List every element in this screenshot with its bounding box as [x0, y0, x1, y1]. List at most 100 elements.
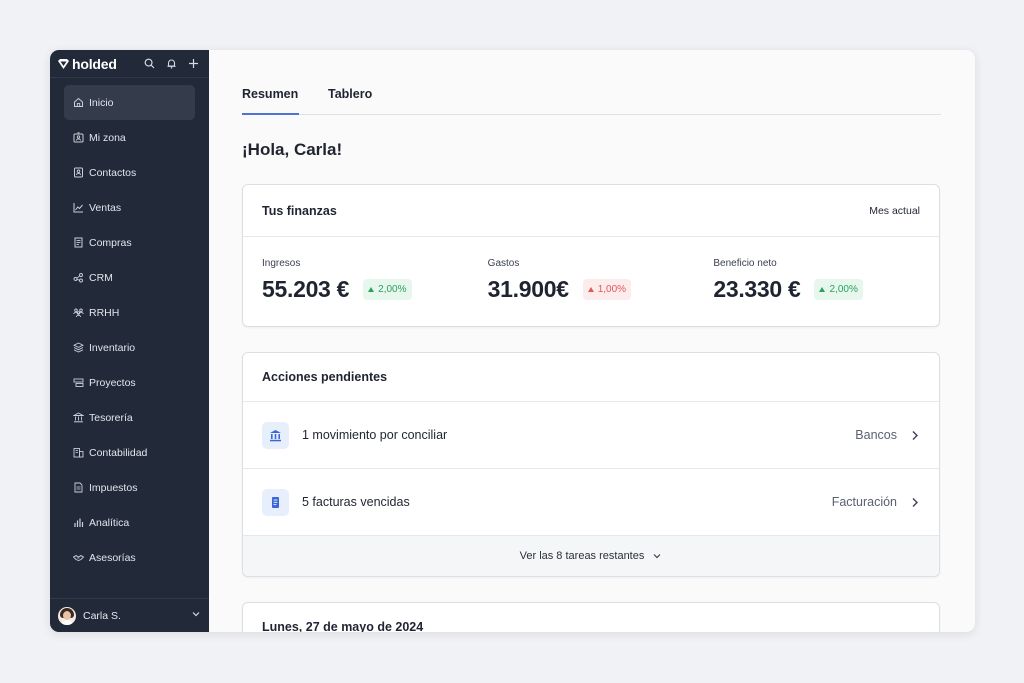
- sidebar-item-crm[interactable]: CRM: [64, 260, 195, 295]
- period-selector[interactable]: Mes actual: [869, 205, 920, 217]
- sidebar-item-rrhh[interactable]: RRHH: [64, 295, 195, 330]
- action-text: 1 movimiento por conciliar: [302, 428, 448, 442]
- sidebar-item-inicio[interactable]: Inicio: [64, 85, 195, 120]
- change-value: 2,00%: [829, 284, 858, 295]
- finances-card: Tus finanzas Mes actual Ingresos 55.203 …: [242, 184, 940, 327]
- action-text: 5 facturas vencidas: [302, 495, 410, 509]
- accounting-icon: [73, 447, 84, 458]
- metric-gastos: Gastos 31.900€ 1,00%: [488, 258, 714, 303]
- crm-icon: [73, 272, 84, 283]
- metric-ingresos: Ingresos 55.203 € 2,00%: [262, 258, 488, 303]
- home-icon: [73, 97, 84, 108]
- sidebar-item-label: Ventas: [89, 201, 122, 214]
- app-window: holded Inicio Mi zona Contactos Ventas C…: [50, 50, 975, 632]
- sidebar-item-label: CRM: [89, 271, 113, 284]
- pending-title: Acciones pendientes: [262, 370, 388, 384]
- action-target: Bancos: [855, 428, 897, 442]
- tab-bar: Resumen Tablero: [242, 50, 941, 115]
- sidebar-item-label: Contabilidad: [89, 446, 148, 459]
- id-card-icon: [73, 132, 84, 143]
- sidebar-item-inventario[interactable]: Inventario: [64, 330, 195, 365]
- sidebar-item-label: Impuestos: [89, 481, 138, 494]
- bar-chart-icon: [73, 517, 84, 528]
- logo-icon: [58, 58, 69, 69]
- sidebar-item-contactos[interactable]: Contactos: [64, 155, 195, 190]
- finances-title: Tus finanzas: [262, 203, 337, 218]
- change-badge: 1,00%: [582, 279, 632, 300]
- sidebar-item-tesoreria[interactable]: Tesorería: [64, 400, 195, 435]
- projects-icon: [73, 377, 84, 388]
- change-badge: 2,00%: [814, 279, 863, 300]
- avatar: [58, 606, 76, 625]
- change-value: 2,00%: [378, 284, 407, 295]
- sidebar-item-mi-zona[interactable]: Mi zona: [64, 120, 195, 155]
- handshake-icon: [73, 552, 84, 563]
- invoice-icon: [262, 488, 289, 516]
- active-tab-indicator: [242, 113, 299, 115]
- sidebar-item-label: Mi zona: [89, 131, 126, 144]
- people-icon: [73, 307, 84, 318]
- chevron-right-icon: [912, 430, 918, 440]
- logo[interactable]: holded: [58, 56, 117, 72]
- metric-label: Beneficio neto: [713, 258, 777, 269]
- stack-icon: [73, 342, 84, 353]
- agenda-date: Lunes, 27 de mayo de 2024: [262, 620, 424, 632]
- sidebar-item-contabilidad[interactable]: Contabilidad: [64, 435, 195, 470]
- page-title: ¡Hola, Carla!: [242, 140, 343, 159]
- triangle-up-icon: [819, 287, 826, 292]
- bell-icon[interactable]: [164, 57, 178, 71]
- action-row-bancos[interactable]: 1 movimiento por conciliar Bancos: [243, 402, 939, 469]
- main-content: Resumen Tablero ¡Hola, Carla! Tus finanz…: [209, 50, 975, 632]
- user-name: Carla S.: [83, 609, 121, 622]
- sidebar-item-label: Proyectos: [89, 376, 136, 389]
- metric-value: 23.330 €: [713, 276, 801, 302]
- sidebar-item-compras[interactable]: Compras: [64, 225, 195, 260]
- chart-line-icon: [73, 202, 84, 213]
- show-more-label: Ver las 8 tareas restantes: [519, 550, 645, 562]
- contacts-icon: [73, 167, 84, 178]
- add-icon[interactable]: [186, 57, 200, 71]
- sidebar-item-label: Contactos: [89, 166, 137, 179]
- sidebar-item-label: Analítica: [89, 516, 130, 529]
- metric-value: 55.203 €: [262, 276, 350, 302]
- action-target: Facturación: [831, 495, 897, 509]
- sidebar-item-label: Inventario: [89, 341, 136, 354]
- chevron-down-icon: [653, 554, 661, 559]
- pending-actions-card: Acciones pendientes 1 movimiento por con…: [242, 352, 940, 577]
- sidebar-item-label: Asesorías: [89, 551, 136, 564]
- sidebar-item-asesorias[interactable]: Asesorías: [64, 540, 195, 575]
- user-menu[interactable]: Carla S.: [50, 598, 209, 632]
- metric-label: Ingresos: [262, 258, 301, 269]
- sidebar-item-analitica[interactable]: Analítica: [64, 505, 195, 540]
- sidebar-item-label: Tesorería: [89, 411, 133, 424]
- triangle-up-icon: [368, 287, 375, 292]
- metric-value: 31.900€: [487, 276, 569, 302]
- change-value: 1,00%: [597, 284, 627, 295]
- chevron-down-icon[interactable]: [191, 609, 201, 622]
- action-row-facturacion[interactable]: 5 facturas vencidas Facturación: [243, 469, 939, 536]
- sidebar: holded Inicio Mi zona Contactos Ventas C…: [50, 50, 209, 632]
- bank-icon: [262, 421, 289, 449]
- chevron-right-icon: [912, 497, 918, 507]
- sidebar-item-proyectos[interactable]: Proyectos: [64, 365, 195, 400]
- metric-label: Gastos: [487, 258, 520, 269]
- sidebar-item-label: RRHH: [89, 306, 120, 319]
- sidebar-item-ventas[interactable]: Ventas: [64, 190, 195, 225]
- change-badge: 2,00%: [363, 279, 412, 300]
- sidebar-nav: Inicio Mi zona Contactos Ventas Compras …: [50, 78, 209, 575]
- show-more-tasks-button[interactable]: Ver las 8 tareas restantes: [243, 536, 939, 576]
- logo-text: holded: [72, 55, 117, 72]
- bank-icon: [73, 412, 84, 423]
- agenda-card: Lunes, 27 de mayo de 2024: [242, 602, 940, 632]
- sidebar-header: holded: [50, 50, 209, 78]
- document-icon: [73, 482, 84, 493]
- tab-tablero[interactable]: Tablero: [328, 87, 372, 101]
- search-icon[interactable]: [142, 57, 156, 71]
- tab-resumen[interactable]: Resumen: [242, 87, 298, 101]
- receipt-icon: [73, 237, 84, 248]
- sidebar-item-label: Compras: [89, 236, 132, 249]
- sidebar-item-label: Inicio: [89, 96, 114, 109]
- metric-beneficio-neto: Beneficio neto 23.330 € 2,00%: [713, 258, 939, 303]
- triangle-up-icon: [587, 287, 594, 292]
- sidebar-item-impuestos[interactable]: Impuestos: [64, 470, 195, 505]
